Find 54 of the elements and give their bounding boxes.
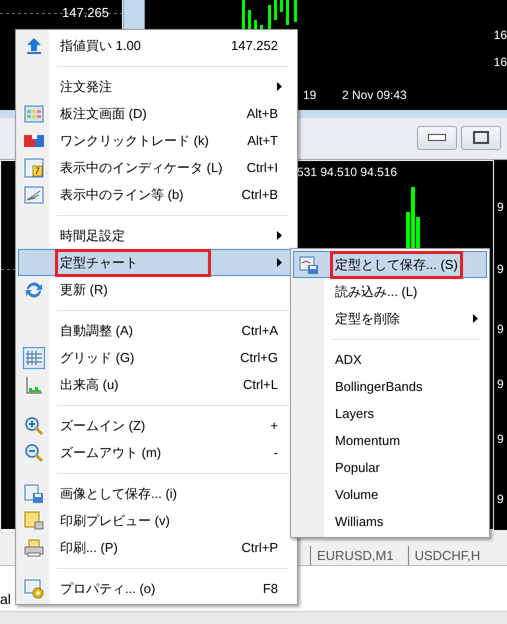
printer-icon xyxy=(24,538,44,558)
candlestick xyxy=(242,0,245,30)
maximize-button[interactable] xyxy=(461,126,501,150)
zoom-out-icon xyxy=(24,442,44,462)
menu-item[interactable]: 時間足設定 xyxy=(18,222,295,249)
axis-label: 16 xyxy=(494,55,507,69)
gear-window-icon xyxy=(24,578,44,598)
menu-item[interactable]: Volume xyxy=(293,481,487,508)
arrow-up-icon xyxy=(24,36,44,56)
menu-item[interactable]: 指値買い 1.00 147.252 xyxy=(18,32,295,59)
menu-item[interactable]: Popular xyxy=(293,454,487,481)
menu-item[interactable]: 表示中のインディケータ (L) Ctrl+I xyxy=(18,154,295,181)
menu-item[interactable]: Williams xyxy=(293,508,487,535)
menu-item[interactable]: ワンクリックトレード (k) Alt+T xyxy=(18,127,295,154)
menu-item[interactable]: 読み込み... (L) xyxy=(293,278,487,305)
axis-label: 9 xyxy=(497,322,504,336)
refresh-icon xyxy=(24,280,44,300)
axis-label: 16 xyxy=(494,28,507,42)
price-label: 147.265 xyxy=(62,5,109,20)
calendar-grid-icon xyxy=(24,104,44,124)
chart-window-icon xyxy=(24,158,44,178)
save-image-icon xyxy=(24,484,44,504)
menu-item[interactable]: 定型として保存... (S) xyxy=(293,251,487,278)
menu-item[interactable]: Momentum xyxy=(293,427,487,454)
volume-bars-icon xyxy=(24,374,44,394)
menu-item[interactable]: 注文発注 xyxy=(18,73,295,100)
menu-item[interactable]: BollingerBands xyxy=(293,373,487,400)
menu-item[interactable]: 板注文画面 (D) Alt+B xyxy=(18,100,295,127)
menu-item[interactable]: ADX xyxy=(293,346,487,373)
minimize-button[interactable] xyxy=(417,126,457,150)
axis-label: 9 xyxy=(497,262,504,276)
zoom-in-icon xyxy=(24,416,44,436)
menu-item[interactable]: 印刷... (P) Ctrl+P xyxy=(18,534,295,561)
print-preview-icon xyxy=(24,510,44,530)
status-text: al xyxy=(0,591,11,607)
menu-item[interactable]: 定型を削除 xyxy=(293,305,487,332)
candlestick xyxy=(294,0,297,22)
axis-label: 9 xyxy=(497,377,504,391)
candlestick xyxy=(280,0,283,12)
menu-item[interactable]: 表示中のライン等 (b) Ctrl+B xyxy=(18,181,295,208)
time-label: 19 xyxy=(303,88,316,102)
chart-tab[interactable]: USDCHF,H xyxy=(408,546,486,565)
line-chart-icon xyxy=(24,184,44,204)
axis-label: 9 xyxy=(497,200,504,214)
chart-tab[interactable]: EURUSD,M1 xyxy=(310,546,400,565)
axis-label: 9 xyxy=(497,432,504,446)
price-header: 531 94.510 94.516 xyxy=(297,165,398,179)
menu-item[interactable]: Layers xyxy=(293,400,487,427)
chart-save-icon xyxy=(299,254,319,274)
time-label: 2 Nov 09:43 xyxy=(342,88,407,102)
candlestick xyxy=(274,0,277,20)
axis-label: 9 xyxy=(497,492,504,506)
menu-item[interactable]: プロパティ... (o) F8 xyxy=(18,575,295,602)
candlestick xyxy=(286,0,289,25)
